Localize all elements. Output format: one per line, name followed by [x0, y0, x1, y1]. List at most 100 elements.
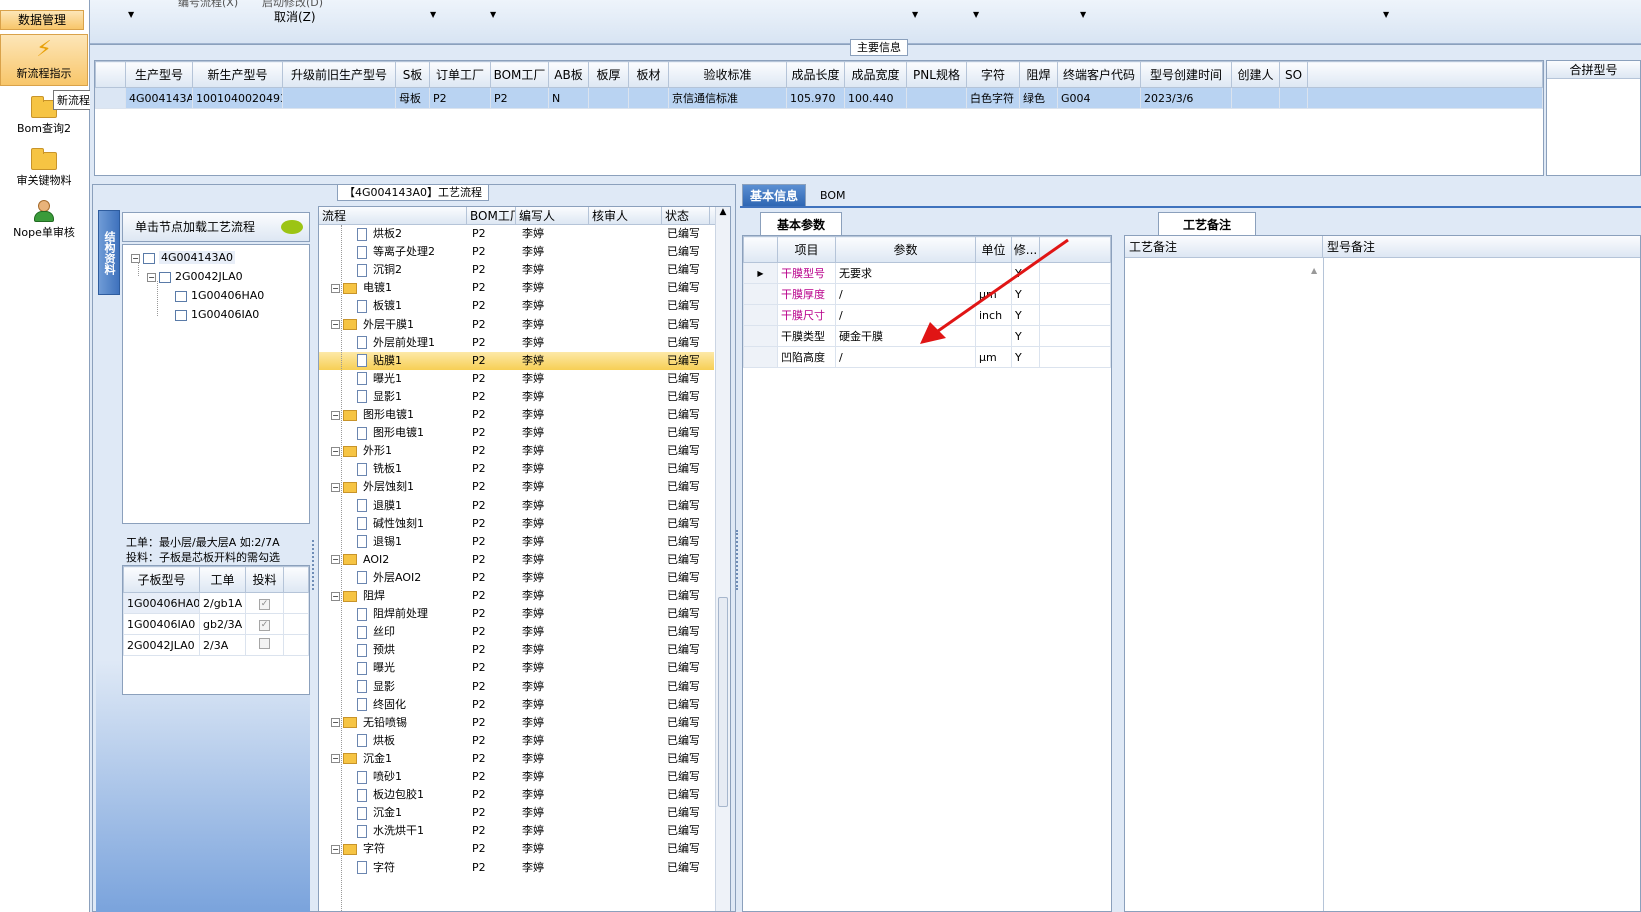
splitter-handle[interactable]: [312, 540, 315, 590]
writer-cell[interactable]: 李婷: [522, 551, 589, 569]
process-row[interactable]: − 电镀1 P2 李婷 已编写: [319, 279, 714, 297]
table-cell[interactable]: 2G0042JLA0: [123, 634, 200, 656]
feed-checkbox[interactable]: ✓: [259, 599, 270, 610]
process-row[interactable]: 显影1 P2 李婷 已编写: [319, 388, 714, 406]
collapse-icon[interactable]: −: [331, 283, 340, 293]
status-cell[interactable]: 已编写: [667, 859, 699, 877]
process-row[interactable]: 板边包胶1 P2 李婷 已编写: [319, 786, 714, 804]
table-cell[interactable]: 2/gb1A: [199, 592, 246, 614]
chevron-down-icon[interactable]: ▼: [973, 10, 979, 19]
process-name-cell[interactable]: 烘板2: [357, 225, 465, 243]
process-name-cell[interactable]: 终固化: [357, 696, 465, 714]
process-name-cell[interactable]: − 沉金1: [331, 750, 465, 768]
writer-cell[interactable]: 李婷: [522, 515, 589, 533]
row-indicator[interactable]: [743, 346, 778, 368]
status-cell[interactable]: 已编写: [667, 822, 699, 840]
nav-item-nope-review[interactable]: Nope单审核: [0, 198, 88, 242]
table-cell[interactable]: 母板: [395, 87, 430, 109]
status-cell[interactable]: 已编写: [667, 370, 699, 388]
status-cell[interactable]: 已编写: [667, 804, 699, 822]
column-header[interactable]: S板: [395, 61, 430, 88]
process-row[interactable]: − 外层蚀刻1 P2 李婷 已编写: [319, 478, 714, 496]
status-cell[interactable]: 已编写: [667, 786, 699, 804]
row-indicator[interactable]: [743, 325, 778, 347]
remark-scroll-up-icon[interactable]: ▲: [1311, 266, 1317, 275]
process-scrollbar[interactable]: ▲: [715, 207, 730, 911]
process-row[interactable]: − 字符 P2 李婷 已编写: [319, 840, 714, 858]
column-header[interactable]: 新生产型号: [192, 61, 283, 88]
param-item-cell[interactable]: 干膜型号: [777, 262, 836, 284]
process-row[interactable]: − 沉金1 P2 李婷 已编写: [319, 750, 714, 768]
row-indicator[interactable]: [743, 304, 778, 326]
bom-factory-cell[interactable]: P2: [472, 551, 516, 569]
collapse-icon[interactable]: −: [331, 844, 340, 854]
tab-process-remark[interactable]: 工艺备注: [1158, 212, 1257, 236]
bom-factory-cell[interactable]: P2: [472, 804, 516, 822]
writer-cell[interactable]: 李婷: [522, 297, 589, 315]
process-name-cell[interactable]: − 阻焊: [331, 587, 465, 605]
bom-factory-cell[interactable]: P2: [472, 859, 516, 877]
process-name-cell[interactable]: − 外层干膜1: [331, 316, 465, 334]
column-header[interactable]: 投料: [245, 566, 284, 593]
status-cell[interactable]: 已编写: [667, 424, 699, 442]
writer-cell[interactable]: 李婷: [522, 424, 589, 442]
process-row[interactable]: 图形电镀1 P2 李婷 已编写: [319, 424, 714, 442]
bom-factory-cell[interactable]: P2: [472, 822, 516, 840]
status-cell[interactable]: 已编写: [667, 388, 699, 406]
writer-cell[interactable]: 李婷: [522, 388, 589, 406]
collapse-icon[interactable]: −: [331, 482, 340, 492]
writer-cell[interactable]: 李婷: [522, 533, 589, 551]
table-cell[interactable]: 2023/3/6: [1140, 87, 1232, 109]
process-row[interactable]: − AOI2 P2 李婷 已编写: [319, 551, 714, 569]
column-header[interactable]: 流程: [319, 207, 467, 225]
process-row[interactable]: 终固化 P2 李婷 已编写: [319, 696, 714, 714]
status-cell[interactable]: 已编写: [667, 696, 699, 714]
process-row[interactable]: 阻焊前处理 P2 李婷 已编写: [319, 605, 714, 623]
table-cell[interactable]: 白色字符: [966, 87, 1020, 109]
table-cell[interactable]: G004: [1057, 87, 1141, 109]
bom-factory-cell[interactable]: P2: [472, 225, 516, 243]
process-row[interactable]: 烘板 P2 李婷 已编写: [319, 732, 714, 750]
table-row[interactable]: 4G004143A010010400204937母板P2P2N京信通信标准105…: [95, 87, 1543, 109]
bom-factory-cell[interactable]: P2: [472, 279, 516, 297]
writer-cell[interactable]: 李婷: [522, 442, 589, 460]
process-name-cell[interactable]: 字符: [357, 859, 465, 877]
process-name-cell[interactable]: 板边包胶1: [357, 786, 465, 804]
table-cell[interactable]: [628, 87, 669, 109]
row-indicator[interactable]: ▶: [743, 262, 778, 284]
bom-factory-cell[interactable]: P2: [472, 460, 516, 478]
column-header[interactable]: 核审人: [589, 207, 662, 225]
status-cell[interactable]: 已编写: [667, 840, 699, 858]
writer-cell[interactable]: 李婷: [522, 243, 589, 261]
process-row[interactable]: 等离子处理2 P2 李婷 已编写: [319, 243, 714, 261]
process-name-cell[interactable]: − 外形1: [331, 442, 465, 460]
process-name-cell[interactable]: 喷砂1: [357, 768, 465, 786]
process-row[interactable]: 喷砂1 P2 李婷 已编写: [319, 768, 714, 786]
tree-node[interactable]: 1G00406IA0: [175, 306, 259, 324]
process-name-cell[interactable]: 图形电镀1: [357, 424, 465, 442]
writer-cell[interactable]: 李婷: [522, 786, 589, 804]
status-cell[interactable]: 已编写: [667, 406, 699, 424]
writer-cell[interactable]: 李婷: [522, 497, 589, 515]
bom-factory-cell[interactable]: P2: [472, 424, 516, 442]
process-name-cell[interactable]: − 字符: [331, 840, 465, 858]
bom-factory-cell[interactable]: P2: [472, 352, 516, 370]
bom-factory-cell[interactable]: P2: [472, 297, 516, 315]
chevron-down-icon[interactable]: ▼: [128, 10, 134, 19]
checkbox-cell[interactable]: ✓: [245, 613, 284, 635]
table-cell[interactable]: [282, 87, 396, 109]
writer-cell[interactable]: 李婷: [522, 225, 589, 243]
table-cell[interactable]: gb2/3A: [199, 613, 246, 635]
collapse-icon[interactable]: −: [331, 410, 340, 420]
writer-cell[interactable]: 李婷: [522, 641, 589, 659]
column-header[interactable]: 状态: [662, 207, 710, 225]
writer-cell[interactable]: 李婷: [522, 732, 589, 750]
bom-factory-cell[interactable]: P2: [472, 840, 516, 858]
bom-factory-cell[interactable]: P2: [472, 714, 516, 732]
chevron-down-icon[interactable]: ▼: [1383, 10, 1389, 19]
table-cell[interactable]: 10010400204937: [192, 87, 283, 109]
scroll-thumb[interactable]: [718, 597, 728, 807]
bom-factory-cell[interactable]: P2: [472, 261, 516, 279]
process-name-cell[interactable]: 贴膜1: [357, 352, 465, 370]
bom-factory-cell[interactable]: P2: [472, 533, 516, 551]
